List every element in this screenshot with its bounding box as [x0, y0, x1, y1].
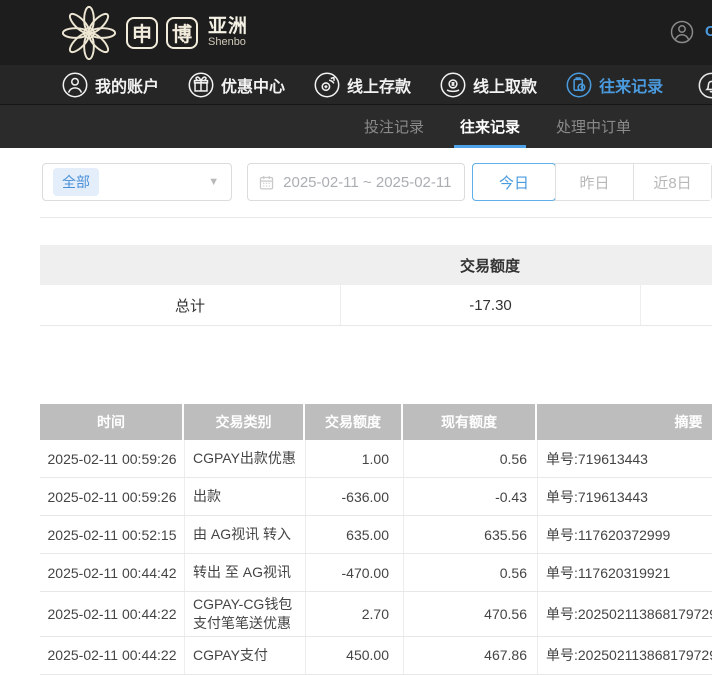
page: 申 博 亚洲 Shenbo C 我的账户 — [0, 0, 712, 675]
tab-pending-orders[interactable]: 处理中订单 — [556, 105, 631, 148]
table-row: 2025-02-11 00:44:22 CGPAY支付 450.00 467.8… — [40, 637, 712, 675]
cell-type: CGPAY支付 — [184, 637, 305, 674]
cell-balance: 0.56 — [403, 554, 537, 591]
cell-memo: 单号:117620319921 — [537, 554, 712, 591]
summary-header-amount: 交易额度 — [340, 245, 640, 285]
cell-type: CGPAY出款优惠 — [184, 440, 305, 477]
cell-amount: -636.00 — [305, 478, 403, 515]
cell-type: 出款 — [184, 478, 305, 515]
cell-time: 2025-02-11 00:52:15 — [40, 516, 184, 553]
summary-header-row: 交易额度 — [40, 245, 712, 285]
cell-time: 2025-02-11 00:59:26 — [40, 440, 184, 477]
last-8-days-button[interactable]: 近8日 — [633, 164, 711, 200]
cell-type: 由 AG视讯 转入 — [184, 516, 305, 553]
account-button[interactable] — [670, 20, 694, 44]
col-header-amount: 交易额度 — [305, 404, 403, 440]
summary-total-empty — [640, 285, 712, 325]
table-row: 2025-02-11 00:59:26 出款 -636.00 -0.43 单号:… — [40, 478, 712, 516]
record-tabs: 投注记录 往来记录 处理中订单 — [0, 105, 712, 148]
brand-char-1: 申 — [126, 17, 158, 49]
summary-total-label: 总计 — [40, 285, 340, 325]
brand-char-2: 博 — [166, 17, 198, 49]
table-row: 2025-02-11 00:52:15 由 AG视讯 转入 635.00 635… — [40, 516, 712, 554]
table-row: 2025-02-11 00:59:26 CGPAY出款优惠 1.00 0.56 … — [40, 440, 712, 478]
cell-amount: 1.00 — [305, 440, 403, 477]
yesterday-button[interactable]: 昨日 — [555, 164, 633, 200]
cell-amount: -470.00 — [305, 554, 403, 591]
nav-item-withdraw[interactable]: 线上取款 — [440, 72, 537, 98]
nav-item-deposit[interactable]: 线上存款 — [314, 72, 411, 98]
withdraw-hand-icon — [440, 72, 466, 98]
cell-amount: 635.00 — [305, 516, 403, 553]
cell-balance: 467.86 — [403, 637, 537, 674]
nav-label: 线上存款 — [347, 73, 411, 97]
col-header-balance: 现有额度 — [403, 404, 537, 440]
records-clipboard-icon — [566, 72, 592, 98]
summary-table: 交易额度 总计 -17.30 — [40, 245, 712, 326]
cell-type: 转出 至 AG视讯 — [184, 554, 305, 591]
gift-icon — [188, 72, 214, 98]
cell-time: 2025-02-11 00:44:42 — [40, 554, 184, 591]
cell-memo: 单号:202502113868179729 — [537, 637, 712, 674]
username-partial-text[interactable]: C — [705, 23, 712, 40]
user-icon — [62, 72, 88, 98]
tab-transaction-records[interactable]: 往来记录 — [460, 105, 520, 148]
tab-betting-records[interactable]: 投注记录 — [364, 105, 424, 148]
col-header-memo: 摘要 — [537, 404, 712, 440]
type-select-value: 全部 — [53, 168, 99, 196]
nav-label: 优惠中心 — [221, 73, 285, 97]
date-range-input[interactable]: 2025-02-11 ~ 2025-02-11 — [247, 163, 465, 201]
main-nav: 我的账户 优惠中心 线上存款 线上取款 — [0, 65, 712, 105]
top-header: 申 博 亚洲 Shenbo C — [0, 0, 712, 65]
cell-memo: 单号:117620372999 — [537, 516, 712, 553]
table-row: 2025-02-11 00:44:42 转出 至 AG视讯 -470.00 0.… — [40, 554, 712, 592]
table-row: 2025-02-11 00:44:22 CGPAY-CG钱包支付笔笔送优惠 2.… — [40, 592, 712, 637]
nav-item-transactions[interactable]: 往来记录 — [566, 72, 663, 98]
summary-total-row: 总计 -17.30 — [40, 285, 712, 326]
date-range-value: 2025-02-11 ~ 2025-02-11 — [283, 174, 451, 191]
cell-time: 2025-02-11 00:44:22 — [40, 592, 184, 636]
deposit-hand-icon — [314, 72, 340, 98]
cell-amount: 2.70 — [305, 592, 403, 636]
notification-bell-icon[interactable] — [698, 72, 712, 99]
cell-time: 2025-02-11 00:59:26 — [40, 478, 184, 515]
quick-date-buttons: 今日 昨日 近8日 — [472, 163, 712, 201]
filter-bar: 全部 ▼ 2025-02-11 ~ 2025-02-11 今日 昨日 近8日 — [42, 163, 712, 201]
calendar-icon — [258, 174, 275, 191]
summary-total-value: -17.30 — [340, 285, 640, 325]
nav-item-my-account[interactable]: 我的账户 — [62, 72, 159, 98]
cell-type: CGPAY-CG钱包支付笔笔送优惠 — [184, 592, 305, 636]
cell-memo: 单号:719613443 — [537, 478, 712, 515]
brand-name-en: Shenbo — [208, 37, 248, 49]
today-button[interactable]: 今日 — [472, 163, 556, 201]
cell-balance: -0.43 — [403, 478, 537, 515]
col-header-type: 交易类别 — [184, 404, 305, 440]
brand-region: 亚洲 — [208, 17, 248, 37]
divider — [40, 217, 712, 218]
summary-header-empty — [40, 245, 340, 285]
nav-label: 线上取款 — [473, 73, 537, 97]
cell-time: 2025-02-11 00:44:22 — [40, 637, 184, 674]
cell-memo: 单号:202502113868179729 — [537, 592, 712, 636]
col-header-time: 时间 — [40, 404, 184, 440]
user-avatar-icon — [670, 20, 694, 44]
type-select[interactable]: 全部 ▼ — [42, 163, 232, 201]
chevron-down-icon: ▼ — [208, 176, 219, 188]
cell-balance: 470.56 — [403, 592, 537, 636]
cell-balance: 635.56 — [403, 516, 537, 553]
table-header-row: 时间 交易类别 交易额度 现有额度 摘要 — [40, 404, 712, 440]
cell-amount: 450.00 — [305, 637, 403, 674]
nav-label: 我的账户 — [95, 73, 159, 97]
nav-item-promotions[interactable]: 优惠中心 — [188, 72, 285, 98]
cell-balance: 0.56 — [403, 440, 537, 477]
nav-label: 往来记录 — [599, 73, 663, 97]
transactions-table: 时间 交易类别 交易额度 现有额度 摘要 2025-02-11 00:59:26… — [40, 404, 712, 675]
brand-logo[interactable]: 申 博 亚洲 Shenbo — [60, 4, 248, 62]
cell-memo: 单号:719613443 — [537, 440, 712, 477]
summary-header-empty-2 — [640, 245, 712, 285]
flower-logo-icon — [60, 4, 118, 62]
